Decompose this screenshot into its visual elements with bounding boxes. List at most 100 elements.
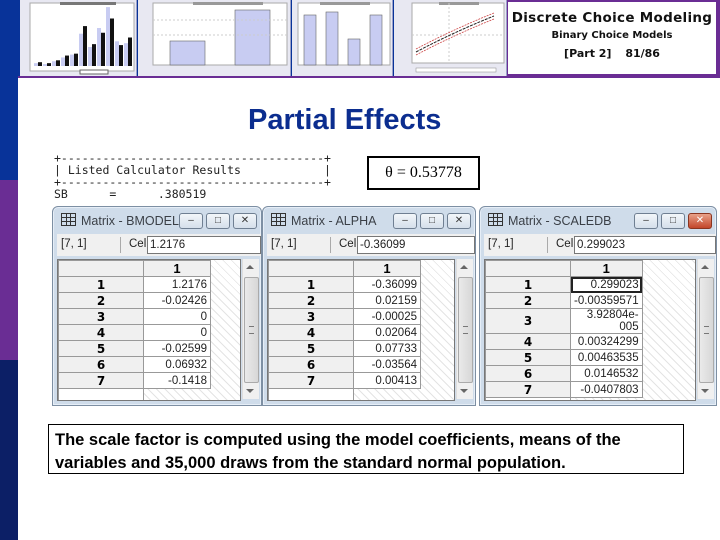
minimize-button[interactable]: – <box>634 213 658 229</box>
matrix-row[interactable]: 5 0.00463535 <box>485 349 643 366</box>
window-title-bar[interactable]: Matrix - SCALEDB <box>488 213 612 228</box>
matrix-cell[interactable]: -0.36099 <box>353 276 421 293</box>
matrix-row[interactable]: 1 -0.36099 <box>268 276 421 293</box>
row-header[interactable]: 1 <box>268 276 354 293</box>
column-header[interactable]: 1 <box>353 260 421 277</box>
scroll-up-arrow-icon[interactable] <box>246 265 254 269</box>
matrix-cell[interactable]: 0.02064 <box>353 324 421 341</box>
matrix-row[interactable]: 6 -0.03564 <box>268 356 421 373</box>
matrix-row[interactable]: 7 -0.1418 <box>58 372 211 389</box>
cell-value-input[interactable]: 0.299023 <box>574 236 716 254</box>
matrix-cell[interactable]: -0.03564 <box>353 356 421 373</box>
row-header[interactable]: 2 <box>268 292 354 309</box>
matrix-grid[interactable]: 1 1 1.2176 2 -0.02426 3 0 4 0 5 -0.02599… <box>57 259 241 401</box>
matrix-row[interactable]: 6 0.06932 <box>58 356 211 373</box>
scroll-thumb[interactable] <box>458 277 473 383</box>
minimize-button[interactable]: – <box>179 213 203 229</box>
matrix-grid[interactable]: 1 1 -0.36099 2 0.02159 3 -0.00025 4 0.02… <box>267 259 455 401</box>
row-header[interactable]: 4 <box>268 324 354 341</box>
matrix-row[interactable]: 2 0.02159 <box>268 292 421 309</box>
row-header[interactable]: 3 <box>58 308 144 325</box>
matrix-cell[interactable]: 1.2176 <box>143 276 211 293</box>
maximize-button[interactable]: □ <box>420 213 444 229</box>
column-header[interactable]: 1 <box>570 260 643 277</box>
column-header[interactable]: 1 <box>143 260 211 277</box>
scroll-up-arrow-icon[interactable] <box>701 265 709 269</box>
row-header[interactable]: 3 <box>485 308 571 334</box>
matrix-window-3[interactable]: Matrix - SCALEDB – □ ✕ [7, 1] Cell: 0.29… <box>479 206 717 406</box>
matrix-row[interactable]: 5 0.07733 <box>268 340 421 357</box>
corner-cell[interactable] <box>268 260 354 277</box>
matrix-cell[interactable]: 0.299023 <box>570 276 643 293</box>
matrix-row[interactable]: 3 3.92804e-005 <box>485 308 643 334</box>
matrix-cell[interactable]: 0 <box>143 308 211 325</box>
scroll-down-arrow-icon[interactable] <box>460 389 468 393</box>
maximize-button[interactable]: □ <box>661 213 685 229</box>
matrix-cell[interactable]: -0.00025 <box>353 308 421 325</box>
row-header[interactable]: 2 <box>485 292 571 309</box>
matrix-row[interactable]: 7 0.00413 <box>268 372 421 389</box>
row-header[interactable]: 1 <box>485 276 571 293</box>
matrix-cell[interactable]: 0.0146532 <box>570 365 643 382</box>
close-button[interactable]: ✕ <box>233 213 257 229</box>
matrix-row[interactable]: 3 0 <box>58 308 211 325</box>
matrix-cell[interactable]: -0.0407803 <box>570 381 643 398</box>
matrix-row[interactable]: 5 -0.02599 <box>58 340 211 357</box>
matrix-row[interactable]: 6 0.0146532 <box>485 365 643 382</box>
matrix-cell[interactable]: 0 <box>143 324 211 341</box>
window-title-bar[interactable]: Matrix - BMODEL <box>61 213 179 228</box>
row-header[interactable]: 6 <box>485 365 571 382</box>
minimize-button[interactable]: – <box>393 213 417 229</box>
scroll-down-arrow-icon[interactable] <box>246 389 254 393</box>
corner-cell[interactable] <box>485 260 571 277</box>
window-title-bar[interactable]: Matrix - ALPHA <box>271 213 376 228</box>
row-header[interactable]: 4 <box>485 333 571 350</box>
matrix-row[interactable]: 4 0 <box>58 324 211 341</box>
row-header[interactable]: 3 <box>268 308 354 325</box>
matrix-grid[interactable]: 1 1 0.299023 2 -0.00359571 3 3.92804e-00… <box>484 259 696 401</box>
corner-cell[interactable] <box>58 260 144 277</box>
row-header[interactable]: 5 <box>58 340 144 357</box>
row-header[interactable]: 1 <box>58 276 144 293</box>
row-header[interactable]: 7 <box>485 381 571 398</box>
matrix-cell[interactable]: 0.07733 <box>353 340 421 357</box>
matrix-row[interactable]: 7 -0.0407803 <box>485 381 643 398</box>
matrix-cell[interactable]: 3.92804e-005 <box>570 308 643 334</box>
row-header[interactable]: 6 <box>268 356 354 373</box>
row-header[interactable]: 5 <box>485 349 571 366</box>
cell-value-input[interactable]: 1.2176 <box>147 236 261 254</box>
vertical-scrollbar[interactable] <box>697 259 714 399</box>
close-button[interactable]: ✕ <box>688 213 712 229</box>
scroll-thumb[interactable] <box>699 277 714 383</box>
matrix-cell[interactable]: -0.02426 <box>143 292 211 309</box>
matrix-row[interactable]: 4 0.00324299 <box>485 333 643 350</box>
matrix-cell[interactable]: 0.00463535 <box>570 349 643 366</box>
matrix-window-1[interactable]: Matrix - BMODEL – □ ✕ [7, 1] Cell: 1.217… <box>52 206 262 406</box>
matrix-cell[interactable]: 0.06932 <box>143 356 211 373</box>
matrix-row[interactable]: 3 -0.00025 <box>268 308 421 325</box>
vertical-scrollbar[interactable] <box>242 259 259 399</box>
matrix-cell[interactable]: -0.02599 <box>143 340 211 357</box>
close-button[interactable]: ✕ <box>447 213 471 229</box>
row-header[interactable]: 6 <box>58 356 144 373</box>
matrix-row[interactable]: 2 -0.02426 <box>58 292 211 309</box>
row-header[interactable]: 5 <box>268 340 354 357</box>
row-header[interactable]: 7 <box>58 372 144 389</box>
row-header[interactable]: 7 <box>268 372 354 389</box>
vertical-scrollbar[interactable] <box>456 259 473 399</box>
matrix-cell[interactable]: -0.1418 <box>143 372 211 389</box>
matrix-window-2[interactable]: Matrix - ALPHA – □ ✕ [7, 1] Cell: -0.360… <box>262 206 476 406</box>
scroll-up-arrow-icon[interactable] <box>460 265 468 269</box>
matrix-row[interactable]: 1 1.2176 <box>58 276 211 293</box>
matrix-cell[interactable]: 0.00324299 <box>570 333 643 350</box>
matrix-cell[interactable]: -0.00359571 <box>570 292 643 309</box>
matrix-row[interactable]: 1 0.299023 <box>485 276 643 293</box>
maximize-button[interactable]: □ <box>206 213 230 229</box>
scroll-down-arrow-icon[interactable] <box>701 389 709 393</box>
matrix-row[interactable]: 2 -0.00359571 <box>485 292 643 309</box>
matrix-row[interactable]: 4 0.02064 <box>268 324 421 341</box>
matrix-cell[interactable]: 0.00413 <box>353 372 421 389</box>
row-header[interactable]: 4 <box>58 324 144 341</box>
row-header[interactable]: 2 <box>58 292 144 309</box>
scroll-thumb[interactable] <box>244 277 259 383</box>
